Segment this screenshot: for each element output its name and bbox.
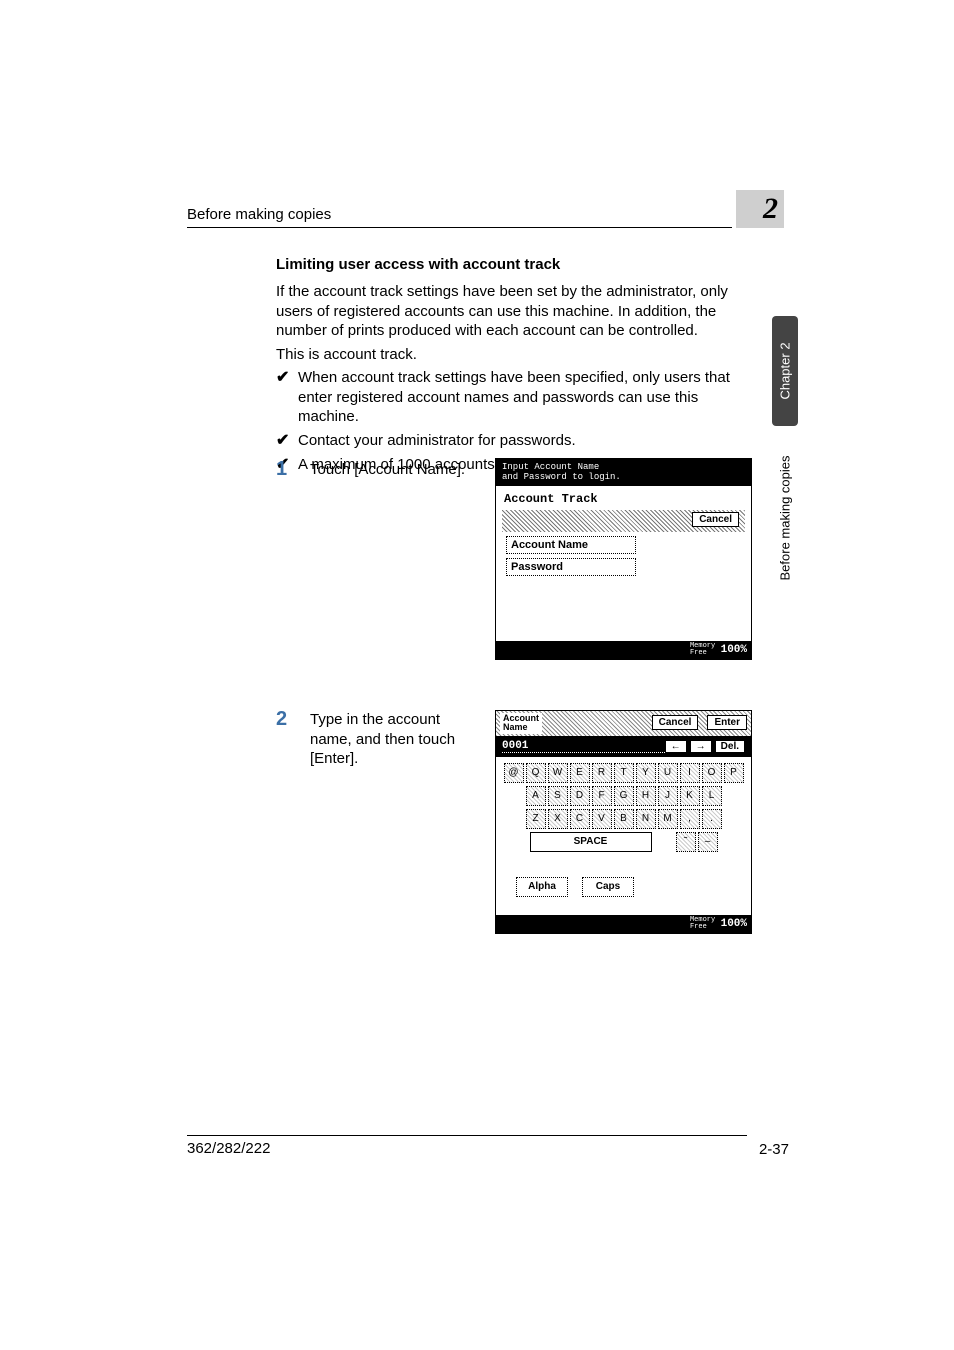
intro-paragraph-1: If the account track settings have been … xyxy=(276,282,736,341)
side-tab-section-label: Before making copies xyxy=(778,455,793,580)
space-key[interactable]: SPACE xyxy=(530,832,652,852)
key[interactable]: C xyxy=(570,809,590,829)
intro-paragraph-2: This is account track. xyxy=(276,345,736,365)
key[interactable]: @ xyxy=(504,763,524,783)
onscreen-keyboard: @ Q W E R T Y U I O P A S D F G H J K xyxy=(496,757,751,857)
key[interactable]: Y xyxy=(636,763,656,783)
memory-percent: 100% xyxy=(721,644,747,656)
list-item: ✔ Contact your administrator for passwor… xyxy=(276,431,746,451)
list-item-text: When account track settings have been sp… xyxy=(298,368,746,427)
account-name-input[interactable]: 0001 xyxy=(502,740,665,753)
key[interactable]: O xyxy=(702,763,722,783)
step-text-2: Type in the account name, and then touch… xyxy=(310,710,480,769)
screen-title: AccountName xyxy=(500,713,542,734)
key[interactable]: F xyxy=(592,786,612,806)
device-screen-keyboard: AccountName Cancel Enter 0001 ← → Del. @… xyxy=(495,710,752,934)
lcd-statusbar: MemoryFree 100% xyxy=(496,915,751,933)
lcd-top-line2: and Password to login. xyxy=(502,472,621,482)
key[interactable]: L xyxy=(702,786,722,806)
lcd-top-line1: Input Account Name xyxy=(502,462,599,472)
key[interactable]: M xyxy=(658,809,678,829)
symbol-key[interactable]: ˜ xyxy=(676,832,696,852)
list-item-text: Contact your administrator for passwords… xyxy=(298,431,746,451)
key[interactable]: K xyxy=(680,786,700,806)
key[interactable]: E xyxy=(570,763,590,783)
side-tab-section: Before making copies xyxy=(772,438,798,598)
cursor-left-button[interactable]: ← xyxy=(665,740,687,753)
key[interactable]: B xyxy=(614,809,634,829)
account-name-button[interactable]: Account Name xyxy=(506,536,636,554)
key[interactable]: Z xyxy=(526,809,546,829)
key[interactable]: P xyxy=(724,763,744,783)
running-head: Before making copies xyxy=(187,206,732,228)
key[interactable]: Q xyxy=(526,763,546,783)
key[interactable]: A xyxy=(526,786,546,806)
step-number-1: 1 xyxy=(276,458,298,481)
key[interactable]: R xyxy=(592,763,612,783)
alpha-mode-button[interactable]: Alpha xyxy=(516,877,568,897)
lcd-top-message: Input Account Name and Password to login… xyxy=(496,459,751,486)
key[interactable]: J xyxy=(658,786,678,806)
device-screen-account-track: Input Account Name and Password to login… xyxy=(495,458,752,660)
section-heading: Limiting user access with account track xyxy=(276,256,560,273)
footer-model: 362/282/222 xyxy=(187,1135,747,1157)
key[interactable]: G xyxy=(614,786,634,806)
key[interactable]: , xyxy=(680,809,700,829)
memory-percent: 100% xyxy=(721,918,747,930)
key[interactable]: N xyxy=(636,809,656,829)
symbol-key[interactable]: – xyxy=(698,832,718,852)
lcd-toolbar: Cancel xyxy=(502,510,745,532)
key[interactable]: U xyxy=(658,763,678,783)
lcd-statusbar: MemoryFree 100% xyxy=(496,641,751,659)
password-button[interactable]: Password xyxy=(506,558,636,576)
enter-button[interactable]: Enter xyxy=(707,715,747,730)
key[interactable]: S xyxy=(548,786,568,806)
side-tab-chapter: Chapter 2 xyxy=(772,316,798,426)
key[interactable]: H xyxy=(636,786,656,806)
step-number-2: 2 xyxy=(276,708,298,731)
lcd-toolbar: AccountName Cancel Enter xyxy=(496,711,751,736)
memory-label: MemoryFree xyxy=(690,917,715,931)
cancel-button[interactable]: Cancel xyxy=(652,715,699,730)
check-icon: ✔ xyxy=(276,431,298,451)
chapter-number-badge: 2 xyxy=(736,190,784,228)
cursor-right-button[interactable]: → xyxy=(690,740,712,753)
key[interactable]: . xyxy=(702,809,722,829)
memory-label: MemoryFree xyxy=(690,643,715,657)
key[interactable]: V xyxy=(592,809,612,829)
cancel-button[interactable]: Cancel xyxy=(692,512,739,527)
caps-mode-button[interactable]: Caps xyxy=(582,877,634,897)
key[interactable]: I xyxy=(680,763,700,783)
delete-button[interactable]: Del. xyxy=(715,740,745,753)
list-item: ✔ When account track settings have been … xyxy=(276,368,746,427)
step-text-1: Touch [Account Name]. xyxy=(310,460,480,480)
footer-page-number: 2-37 xyxy=(759,1141,789,1158)
key[interactable]: D xyxy=(570,786,590,806)
entry-line: 0001 ← → Del. xyxy=(496,736,751,757)
key[interactable]: T xyxy=(614,763,634,783)
check-icon: ✔ xyxy=(276,368,298,427)
key[interactable]: X xyxy=(548,809,568,829)
key[interactable]: W xyxy=(548,763,568,783)
lcd-title: Account Track xyxy=(496,486,751,508)
side-tab-chapter-label: Chapter 2 xyxy=(778,342,793,399)
